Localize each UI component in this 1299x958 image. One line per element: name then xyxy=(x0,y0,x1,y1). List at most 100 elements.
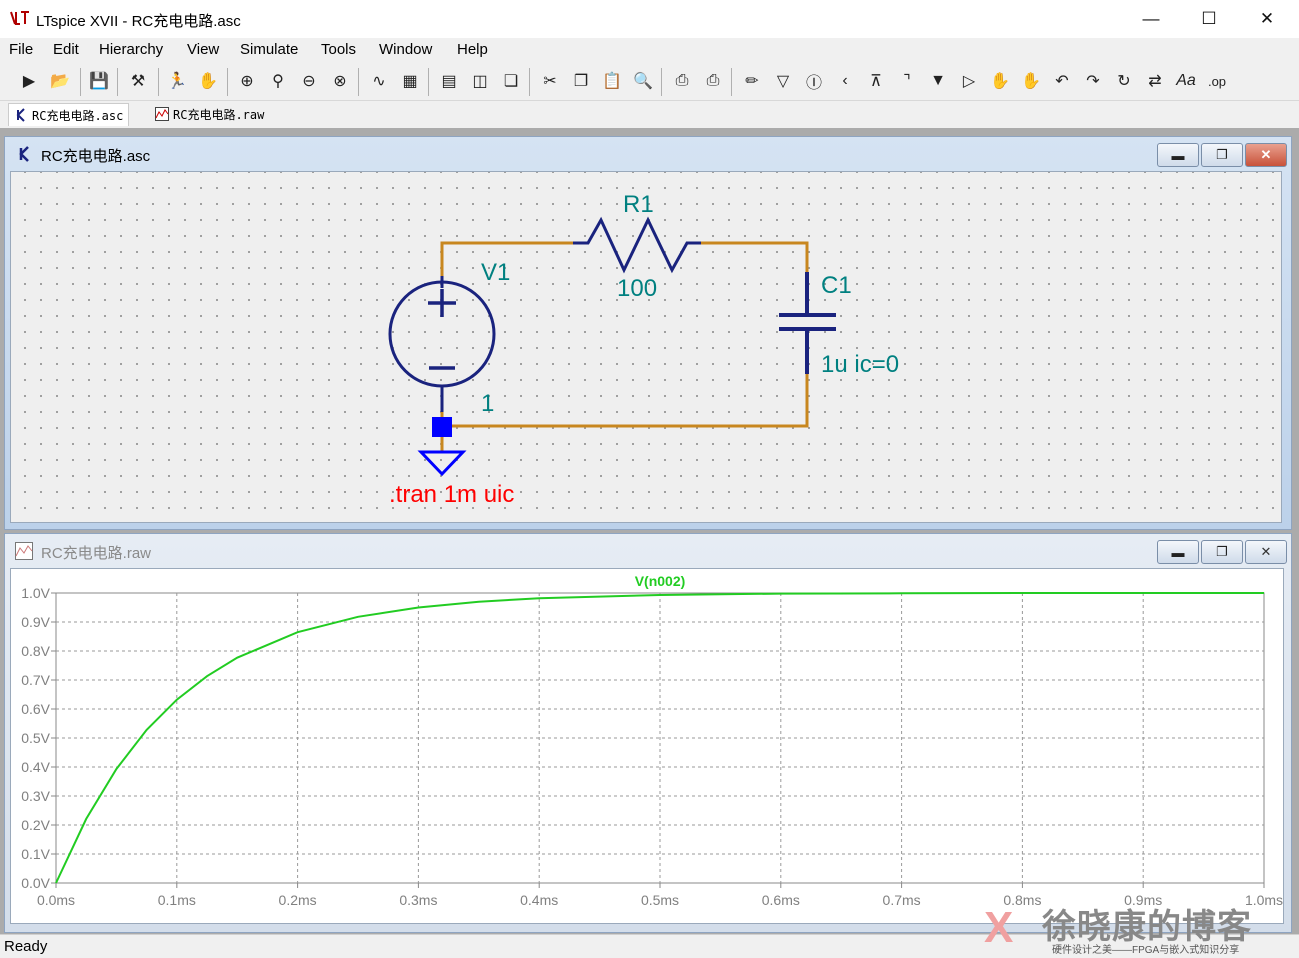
tab-waveform-label: RC充电电路.raw xyxy=(173,107,265,122)
x-tick-label: 0.6ms xyxy=(762,892,800,908)
window-title: LTspice XVII - RC充电电路.asc xyxy=(36,13,241,30)
x-tick-label: 0.5ms xyxy=(641,892,679,908)
resistor-icon[interactable]: ‹ xyxy=(832,68,858,94)
inductor-icon[interactable]: ⌝ xyxy=(894,68,920,94)
maximize-button[interactable]: ☐ xyxy=(1180,0,1238,38)
node-junction[interactable] xyxy=(432,417,452,437)
diode-icon[interactable]: ▼ xyxy=(925,68,951,94)
voltage-source-v1[interactable] xyxy=(388,276,496,412)
title-bar: LTspice XVII - RC充电电路.asc — ☐ ✕ xyxy=(0,0,1299,38)
watermark: X 徐晓康的博客 硬件设计之美——FPGA与嵌入式知识分享 xyxy=(984,901,1294,957)
open-icon[interactable]: 📂 xyxy=(47,68,73,94)
pan-hand-icon[interactable]: ✋ xyxy=(195,68,221,94)
mdi-workspace: RC充电电路.asc ▬ ❐ ✕ R1 100 C1 1u ic=0 V1 1 … xyxy=(0,128,1299,934)
y-tick-label: 0.5V xyxy=(21,730,50,746)
series-label[interactable]: V(n002) xyxy=(635,573,686,589)
y-tick-label: 0.6V xyxy=(21,701,50,717)
menu-tools[interactable]: Tools xyxy=(321,41,356,58)
schematic-restore-button[interactable]: ❐ xyxy=(1201,143,1243,167)
waveform-icon xyxy=(155,107,169,121)
move-icon[interactable]: ✋ xyxy=(987,68,1013,94)
waveform-window-title: RC充电电路.raw xyxy=(41,545,152,562)
x-tick-label: 0.0ms xyxy=(37,892,75,908)
zoom-in-icon[interactable]: ⊕ xyxy=(234,68,260,94)
schematic-canvas[interactable]: R1 100 C1 1u ic=0 V1 1 .tran 1m uic xyxy=(10,171,1282,523)
y-tick-label: 1.0V xyxy=(21,585,50,601)
capacitor-name-label[interactable]: C1 xyxy=(821,272,852,299)
menu-view[interactable]: View xyxy=(187,41,219,58)
menu-bar: File Edit Hierarchy View Simulate Tools … xyxy=(0,38,1299,62)
schematic-close-button[interactable]: ✕ xyxy=(1245,143,1287,167)
x-tick-label: 0.2ms xyxy=(279,892,317,908)
source-value-label[interactable]: 1 xyxy=(481,390,494,417)
draw-wire-icon[interactable]: ✏ xyxy=(739,68,765,94)
menu-edit[interactable]: Edit xyxy=(53,41,79,58)
capacitor-icon[interactable]: ⊼ xyxy=(863,68,889,94)
control-panel-icon[interactable]: ⚒ xyxy=(125,68,151,94)
tab-schematic[interactable]: RC充电电路.asc xyxy=(8,103,130,126)
component-icon[interactable]: ▷ xyxy=(956,68,982,94)
waveform-plot[interactable]: 0.0ms 0.1ms 0.2ms 0.3ms 0.4ms 0.5ms 0.6ms 0.7ms… xyxy=(11,569,1283,923)
tab-waveform[interactable]: RC充电电路.raw xyxy=(150,103,269,125)
watermark-subtitle: 硬件设计之美——FPGA与嵌入式知识分享 xyxy=(1052,945,1240,956)
resistor-r1[interactable] xyxy=(573,216,701,274)
mirror-icon[interactable]: ⇄ xyxy=(1142,68,1168,94)
waveform-restore-button[interactable]: ❐ xyxy=(1201,540,1243,564)
menu-hierarchy[interactable]: Hierarchy xyxy=(99,41,163,58)
print-setup-icon[interactable]: ⎙ xyxy=(700,68,726,94)
watermark-logo: X xyxy=(984,903,1014,952)
run-figure-icon[interactable]: 🏃 xyxy=(164,68,190,94)
label-icon[interactable]: Ⓘ xyxy=(801,68,827,94)
y-tick-label: 0.0V xyxy=(21,875,50,891)
resistor-value-label[interactable]: 100 xyxy=(617,275,657,302)
x-tick-label: 0.4ms xyxy=(520,892,558,908)
undo-icon[interactable]: ↶ xyxy=(1049,68,1075,94)
tile-v-icon[interactable]: ◫ xyxy=(467,68,493,94)
print-icon[interactable]: ⎙ xyxy=(669,68,695,94)
redo-icon[interactable]: ↷ xyxy=(1080,68,1106,94)
waveform-icon xyxy=(15,542,33,560)
waveform-window: RC充电电路.raw ▬ ❐ ✕ 0.0ms 0.1ms 0.2ms 0.3ms 0.4… xyxy=(4,533,1292,933)
capacitor-value-label[interactable]: 1u ic=0 xyxy=(821,351,899,378)
tile-h-icon[interactable]: ▤ xyxy=(436,68,462,94)
save-icon[interactable]: 💾 xyxy=(86,68,112,94)
plot-pane[interactable]: 0.0ms 0.1ms 0.2ms 0.3ms 0.4ms 0.5ms 0.6ms 0.7ms… xyxy=(10,568,1284,924)
zoom-area-icon[interactable]: ⚲ xyxy=(265,68,291,94)
ground-icon[interactable]: ▽ xyxy=(770,68,796,94)
menu-simulate[interactable]: Simulate xyxy=(240,41,298,58)
zoom-cancel-icon[interactable]: ⊗ xyxy=(327,68,353,94)
text-icon[interactable]: Aa xyxy=(1173,68,1199,94)
cut-icon[interactable]: ✂ xyxy=(537,68,563,94)
waveform-minimize-button[interactable]: ▬ xyxy=(1157,540,1199,564)
schematic-window-title: RC充电电路.asc xyxy=(41,148,151,165)
close-button[interactable]: ✕ xyxy=(1238,0,1296,38)
document-tabs: RC充电电路.asc RC充电电路.raw xyxy=(0,101,1299,127)
y-tick-label: 0.3V xyxy=(21,788,50,804)
autorange-icon[interactable]: ∿ xyxy=(366,68,392,94)
ground-symbol[interactable] xyxy=(417,450,467,477)
zoom-out-icon[interactable]: ⊖ xyxy=(296,68,322,94)
run-icon[interactable]: ▶ xyxy=(16,68,42,94)
drag-icon[interactable]: ✋ xyxy=(1018,68,1044,94)
menu-window[interactable]: Window xyxy=(379,41,432,58)
menu-file[interactable]: File xyxy=(9,41,33,58)
resistor-name-label[interactable]: R1 xyxy=(623,191,654,218)
waveform-close-button[interactable]: ✕ xyxy=(1245,540,1287,564)
paste-icon[interactable]: 📋 xyxy=(599,68,625,94)
menu-help[interactable]: Help xyxy=(457,41,488,58)
mark-icon[interactable]: ▦ xyxy=(397,68,423,94)
y-tick-label: 0.1V xyxy=(21,846,50,862)
rotate-icon[interactable]: ↻ xyxy=(1111,68,1137,94)
status-text: Ready xyxy=(4,938,48,955)
find-icon[interactable]: 🔍 xyxy=(630,68,656,94)
x-tick-label: 0.1ms xyxy=(158,892,196,908)
cascade-icon[interactable]: ❏ xyxy=(498,68,524,94)
copy-icon[interactable]: ❐ xyxy=(568,68,594,94)
schematic-window: RC充电电路.asc ▬ ❐ ✕ R1 100 C1 1u ic=0 V1 1 … xyxy=(4,136,1292,530)
spice-directive-icon[interactable]: .op xyxy=(1204,68,1230,94)
source-name-label[interactable]: V1 xyxy=(481,259,510,286)
schematic-minimize-button[interactable]: ▬ xyxy=(1157,143,1199,167)
minimize-button[interactable]: — xyxy=(1122,0,1180,38)
ltspice-app-icon xyxy=(10,11,29,25)
spice-directive-label[interactable]: .tran 1m uic xyxy=(389,481,514,508)
